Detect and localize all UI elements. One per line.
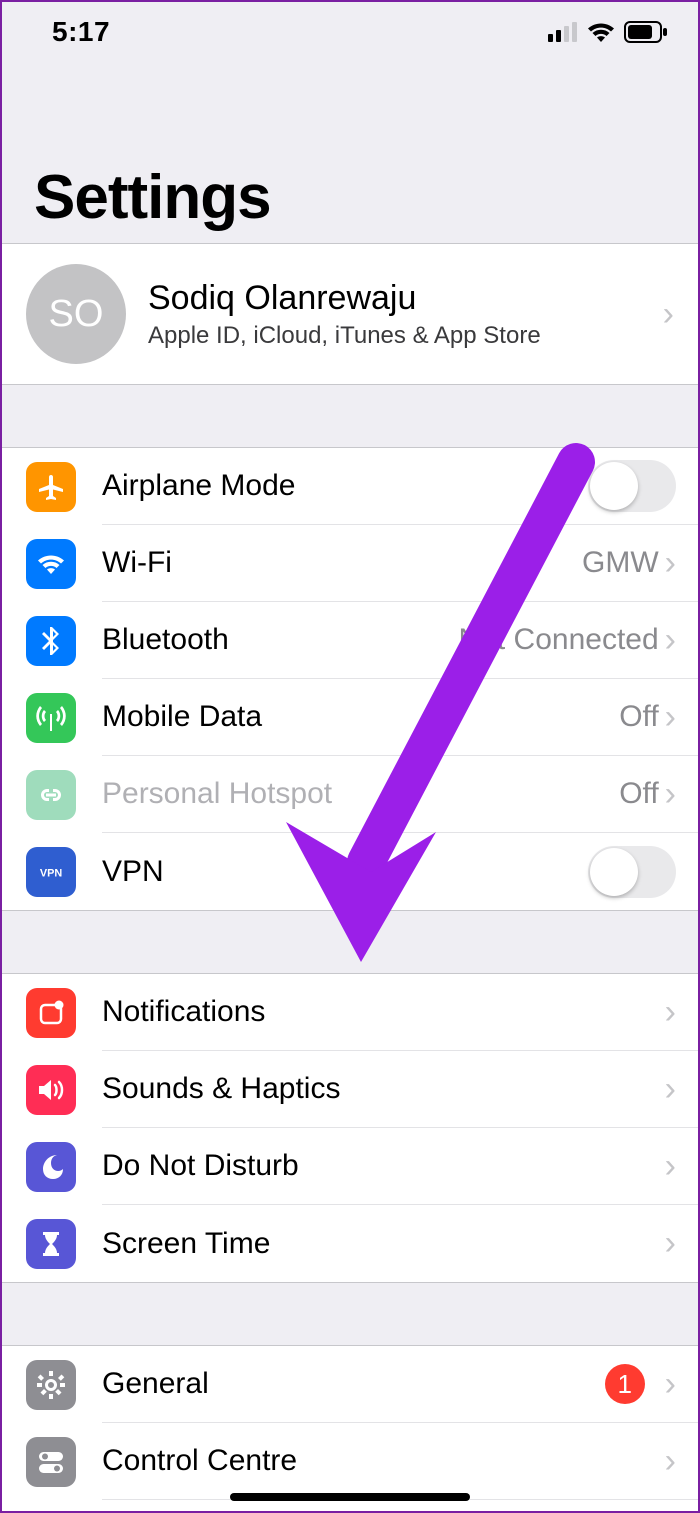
- chevron-right-icon: ›: [659, 1147, 676, 1186]
- row-general[interactable]: General 1 ›: [2, 1346, 698, 1423]
- home-indicator: [230, 1493, 470, 1501]
- row-do-not-disturb[interactable]: Do Not Disturb ›: [2, 1128, 698, 1205]
- hotspot-icon: [26, 770, 76, 820]
- wifi-icon: [26, 539, 76, 589]
- chevron-right-icon: ›: [659, 1070, 676, 1109]
- row-label: Screen Time: [102, 1227, 659, 1261]
- chevron-right-icon: ›: [659, 1224, 676, 1263]
- row-label: Notifications: [102, 995, 659, 1029]
- battery-icon: [624, 21, 668, 43]
- group-alerts: Notifications › Sounds & Haptics › Do No…: [2, 973, 698, 1283]
- badge: 1: [605, 1364, 645, 1404]
- vpn-toggle[interactable]: [588, 846, 676, 898]
- row-label: Sounds & Haptics: [102, 1072, 659, 1106]
- row-sounds-haptics[interactable]: Sounds & Haptics ›: [2, 1051, 698, 1128]
- airplane-toggle[interactable]: [588, 460, 676, 512]
- wifi-status-icon: [586, 21, 616, 43]
- status-icons: [548, 21, 668, 43]
- row-label: Do Not Disturb: [102, 1149, 659, 1183]
- row-vpn[interactable]: VPN VPN: [2, 833, 698, 910]
- chevron-right-icon: ›: [659, 544, 676, 583]
- row-label: Control Centre: [102, 1444, 659, 1478]
- chevron-right-icon: ›: [659, 1365, 676, 1404]
- row-mobile-data[interactable]: Mobile Data Off ›: [2, 679, 698, 756]
- notifications-icon: [26, 988, 76, 1038]
- group-network: Airplane Mode Wi-Fi GMW › Bluetooth Not …: [2, 447, 698, 911]
- chevron-right-icon: ›: [659, 775, 676, 814]
- hourglass-icon: [26, 1219, 76, 1269]
- svg-text:VPN: VPN: [40, 867, 63, 879]
- chevron-right-icon: ›: [659, 621, 676, 660]
- row-value: Not Connected: [459, 623, 659, 657]
- row-screen-time[interactable]: Screen Time ›: [2, 1205, 698, 1282]
- airplane-icon: [26, 462, 76, 512]
- group-system: General 1 › Control Centre › AA Display …: [2, 1345, 698, 1513]
- row-apple-id[interactable]: SO Sodiq Olanrewaju Apple ID, iCloud, iT…: [2, 244, 698, 384]
- cellular-icon: [548, 22, 578, 42]
- profile-subtitle: Apple ID, iCloud, iTunes & App Store: [148, 322, 635, 350]
- avatar: SO: [26, 264, 126, 364]
- row-label: VPN: [102, 855, 588, 889]
- row-wifi[interactable]: Wi-Fi GMW ›: [2, 525, 698, 602]
- row-label: Mobile Data: [102, 700, 619, 734]
- row-label: Personal Hotspot: [102, 777, 619, 811]
- antenna-icon: [26, 693, 76, 743]
- row-label: Airplane Mode: [102, 469, 588, 503]
- chevron-right-icon: ›: [659, 698, 676, 737]
- row-bluetooth[interactable]: Bluetooth Not Connected ›: [2, 602, 698, 679]
- row-value: Off: [619, 777, 658, 811]
- speaker-icon: [26, 1065, 76, 1115]
- page-title: Settings: [34, 162, 674, 233]
- profile-name: Sodiq Olanrewaju: [148, 279, 635, 318]
- vpn-icon: VPN: [26, 847, 76, 897]
- row-value: Off: [619, 700, 658, 734]
- chevron-right-icon: ›: [659, 1442, 676, 1481]
- switches-icon: [26, 1437, 76, 1487]
- group-profile: SO Sodiq Olanrewaju Apple ID, iCloud, iT…: [2, 243, 698, 385]
- row-value: GMW: [582, 546, 659, 580]
- status-time: 5:17: [52, 16, 110, 48]
- moon-icon: [26, 1142, 76, 1192]
- status-bar: 5:17: [2, 2, 698, 62]
- gear-icon: [26, 1360, 76, 1410]
- row-display-brightness[interactable]: AA Display & Brightness ›: [2, 1500, 698, 1513]
- row-label: General: [102, 1367, 605, 1401]
- row-control-centre[interactable]: Control Centre ›: [2, 1423, 698, 1500]
- chevron-right-icon: ›: [657, 295, 674, 334]
- row-personal-hotspot[interactable]: Personal Hotspot Off ›: [2, 756, 698, 833]
- row-notifications[interactable]: Notifications ›: [2, 974, 698, 1051]
- bluetooth-icon: [26, 616, 76, 666]
- row-label: Bluetooth: [102, 623, 459, 657]
- row-label: Wi-Fi: [102, 546, 582, 580]
- chevron-right-icon: ›: [659, 993, 676, 1032]
- row-airplane-mode[interactable]: Airplane Mode: [2, 448, 698, 525]
